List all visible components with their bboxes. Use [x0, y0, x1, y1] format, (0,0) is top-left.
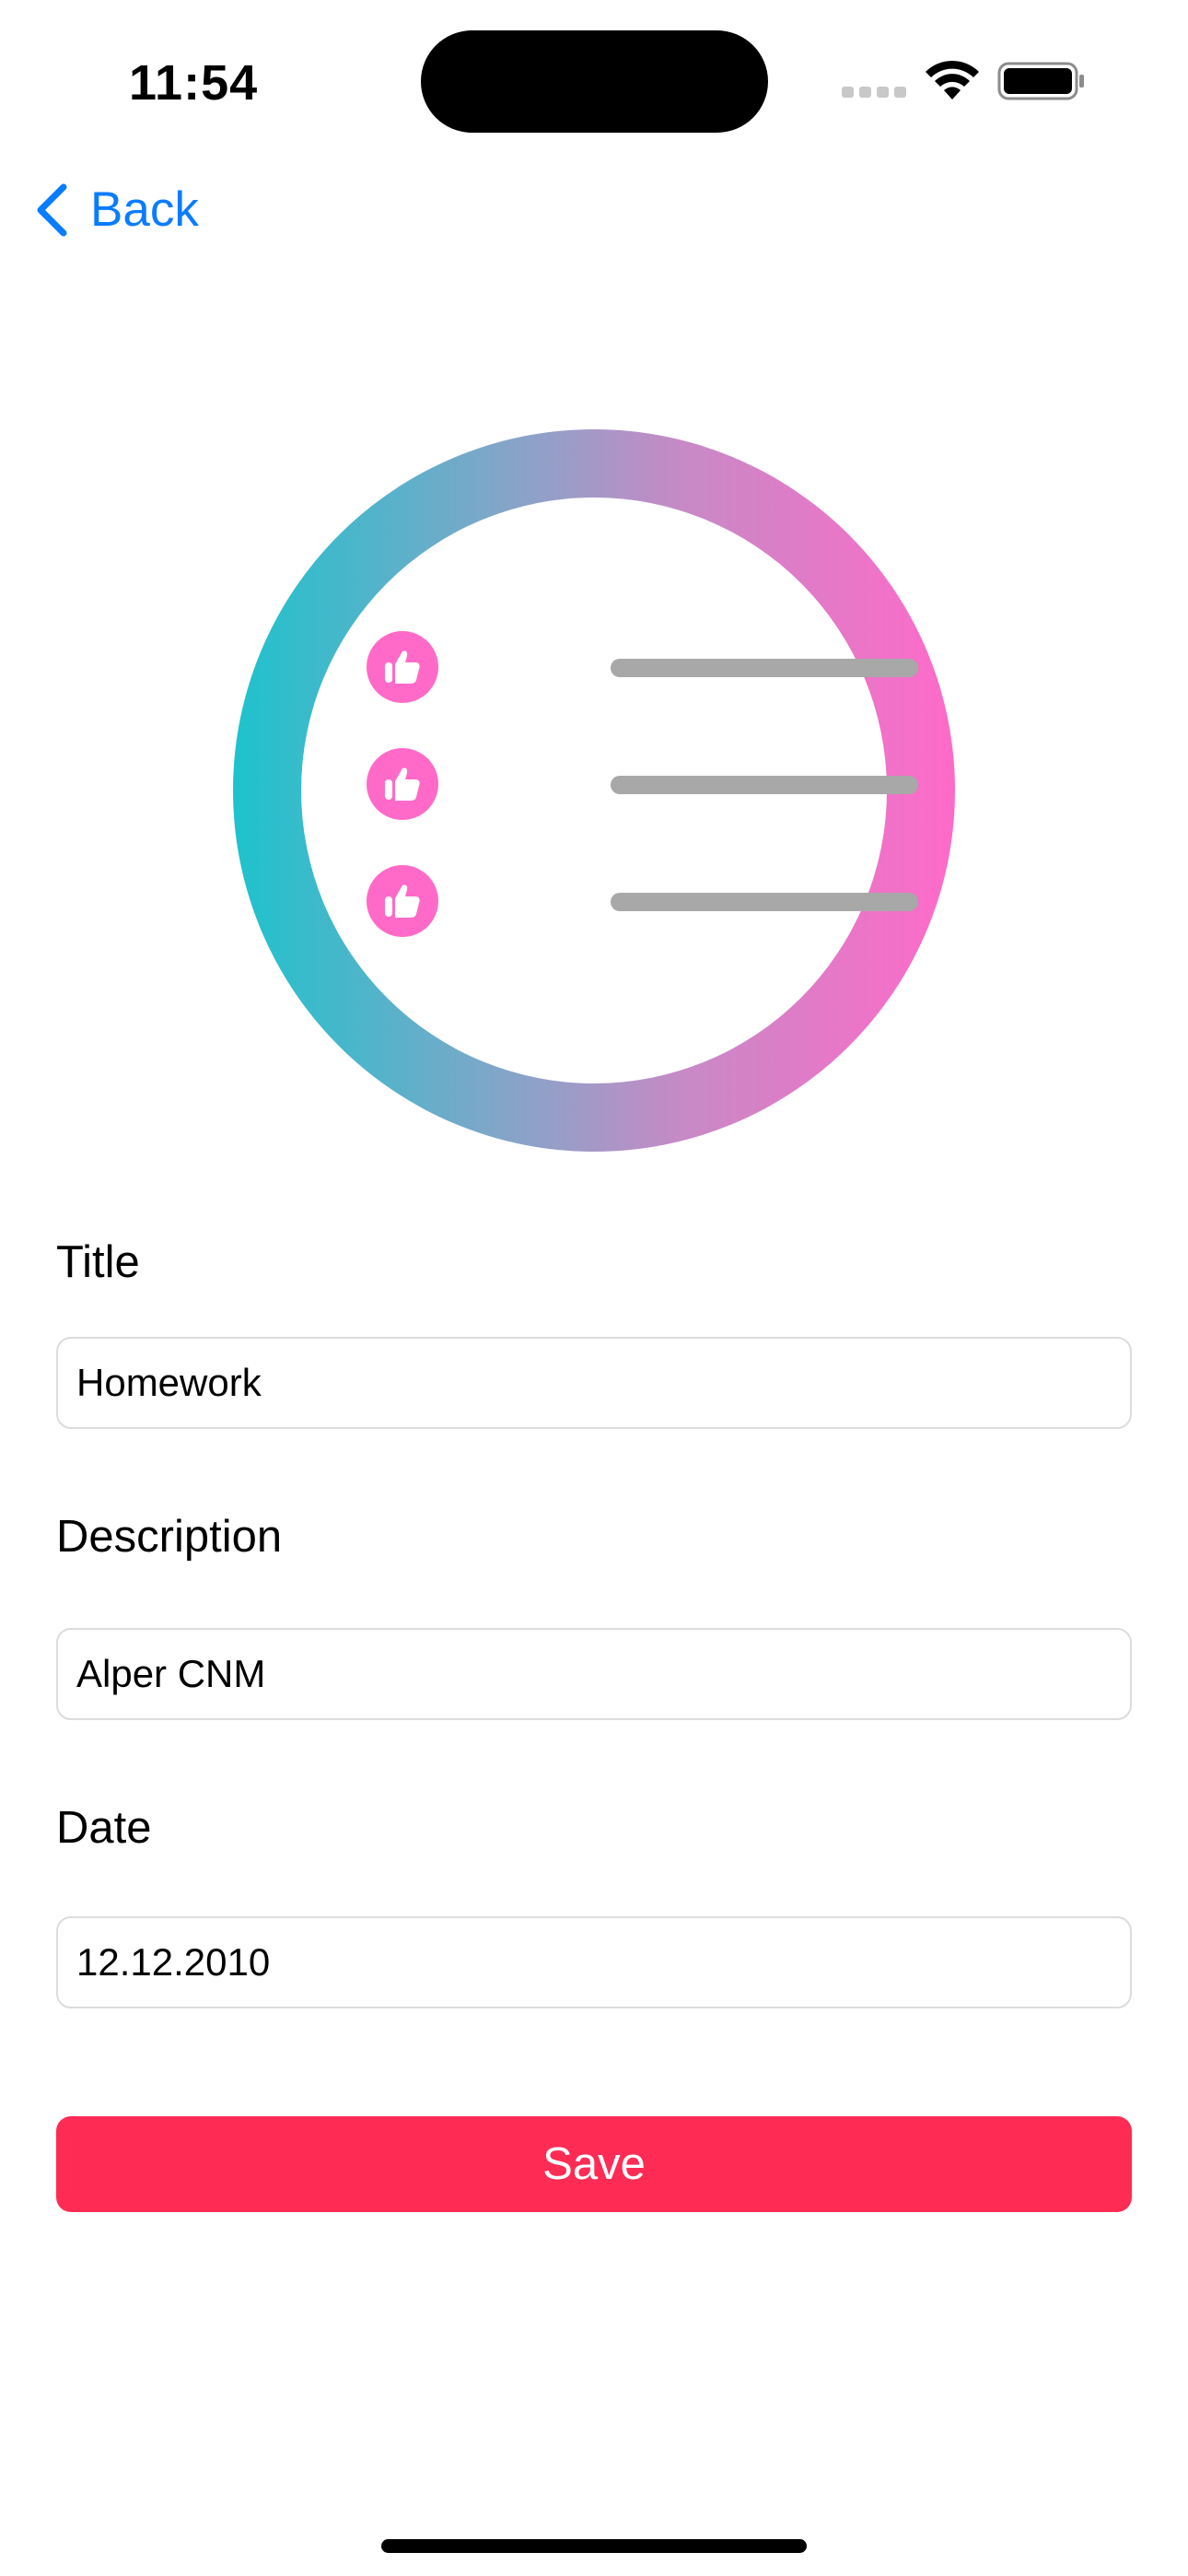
back-label: Back — [90, 182, 199, 237]
cellular-signal-icon — [842, 87, 906, 100]
illustration-row — [367, 865, 918, 939]
placeholder-line — [611, 893, 918, 911]
thumbs-up-icon — [367, 631, 438, 703]
illustration-row — [367, 631, 918, 705]
save-button[interactable]: Save — [56, 2116, 1132, 2212]
chevron-left-icon — [37, 183, 67, 237]
thumbs-up-icon — [367, 748, 438, 820]
placeholder-line — [611, 776, 918, 794]
home-indicator[interactable] — [381, 2539, 807, 2553]
date-input[interactable] — [56, 1916, 1132, 2008]
date-label: Date — [56, 1803, 152, 1853]
illustration-row — [367, 748, 918, 822]
status-time: 11:54 — [129, 55, 259, 111]
hero-illustration — [233, 429, 955, 1152]
placeholder-line — [611, 659, 918, 677]
description-label: Description — [56, 1512, 283, 1562]
wifi-icon — [926, 60, 979, 100]
dynamic-island — [421, 30, 768, 133]
title-label: Title — [56, 1237, 140, 1287]
battery-icon — [997, 62, 1084, 100]
thumbs-up-icon — [367, 865, 438, 937]
title-input[interactable] — [56, 1337, 1132, 1429]
back-button[interactable]: Back — [33, 175, 199, 245]
description-input[interactable] — [56, 1628, 1132, 1720]
